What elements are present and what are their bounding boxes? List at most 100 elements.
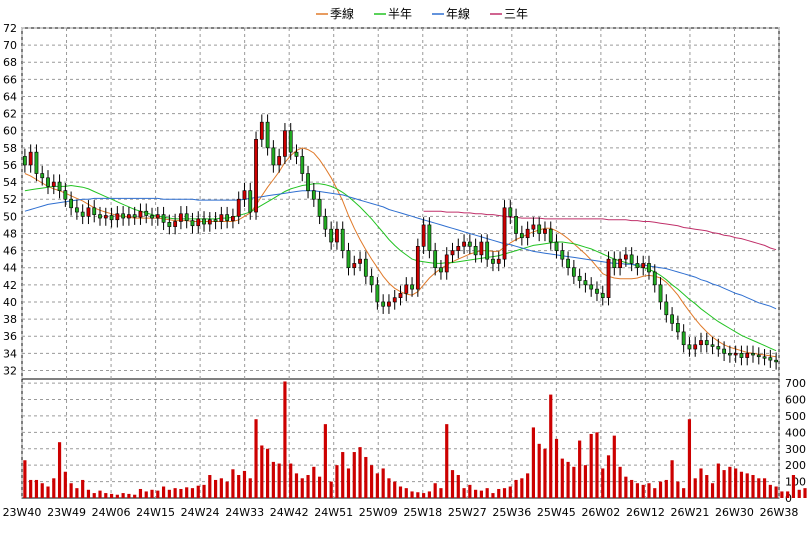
candle-body <box>762 356 767 359</box>
volume-bar <box>693 478 697 498</box>
candle-body <box>415 246 420 290</box>
candle-body <box>265 121 270 149</box>
candle-body <box>196 218 201 227</box>
volume-bar <box>29 479 33 498</box>
candle-body <box>86 207 91 217</box>
volume-bar <box>768 484 772 498</box>
volume-bar <box>514 479 518 498</box>
time-tick-label: 24W33 <box>225 506 264 519</box>
volume-bar <box>404 488 408 498</box>
volume-bar <box>462 488 466 498</box>
volume-bar <box>670 460 674 498</box>
candle-body <box>727 353 732 356</box>
volume-bar <box>566 461 570 498</box>
candle-body <box>629 254 634 264</box>
volume-bar <box>381 468 385 498</box>
candle-body <box>288 130 293 153</box>
volume-bar <box>57 442 62 498</box>
volume-bar <box>266 448 270 498</box>
price-tick-label: 34 <box>3 347 17 360</box>
candle-body <box>335 228 339 243</box>
price-tick-label: 38 <box>3 313 17 326</box>
volume-bar <box>375 473 379 498</box>
volume-bar <box>508 486 512 498</box>
candle-body <box>132 214 137 218</box>
candle-body <box>190 220 195 227</box>
volume-bar <box>450 470 455 498</box>
volume-bar <box>318 476 322 498</box>
candle-body <box>583 280 588 286</box>
price-tick-label: 40 <box>3 296 17 309</box>
candle-body <box>548 228 553 243</box>
volume-bar <box>271 461 275 498</box>
candle-body <box>381 301 386 307</box>
candle-body <box>525 228 530 239</box>
candle-body <box>491 258 495 264</box>
volume-bar <box>213 479 218 498</box>
volume-bar <box>520 478 524 498</box>
volume-bar <box>780 491 784 498</box>
volume-bar <box>624 476 628 498</box>
candle-body <box>184 213 189 221</box>
candle-body <box>236 198 241 217</box>
volume-bar <box>791 475 796 498</box>
volume-bar <box>104 493 108 498</box>
volume-bar <box>161 486 166 498</box>
legend-label: 半年 <box>388 7 412 21</box>
volume-bar <box>710 483 715 498</box>
candle-body <box>710 344 715 347</box>
volume-bar <box>502 488 507 498</box>
volume-bar <box>277 463 281 498</box>
volume-bar <box>468 484 472 498</box>
volume-bar <box>687 419 692 498</box>
volume-bar <box>167 489 171 498</box>
candle-body <box>392 297 397 303</box>
volume-axis-labels: 1002003004005006007000 <box>785 377 806 505</box>
candle-body <box>115 213 120 221</box>
candle-body <box>23 156 27 166</box>
candle-body <box>693 344 698 350</box>
candle-body <box>213 219 218 222</box>
price-tick-label: 50 <box>3 210 17 223</box>
candle-body <box>363 258 368 277</box>
time-tick-label: 24W42 <box>270 506 309 519</box>
candle-body <box>127 214 131 219</box>
candle-body <box>63 190 68 200</box>
volume-bar <box>497 488 501 498</box>
volume-tick-label: 700 <box>785 377 806 390</box>
volume-bar <box>676 481 680 498</box>
candle-body <box>352 263 357 269</box>
candle-body <box>421 224 426 247</box>
x-axis-labels: 23W40 23W49 24W06 24W15 24W24 24W33 24W42 24W51… <box>3 506 799 519</box>
candle-body <box>283 130 287 157</box>
volume-bar <box>69 483 73 498</box>
time-tick-label: 25W45 <box>537 506 576 519</box>
price-axis-labels: 32 34 36 38 40 42 44 46 48 50 52 54 56 58 60 62 64 66 68 70… <box>3 22 17 377</box>
volume-bar <box>370 465 374 498</box>
volume-bar <box>612 435 616 498</box>
volume-bar <box>705 475 709 498</box>
volume-bar <box>664 479 668 498</box>
price-tick-label: 44 <box>3 262 17 275</box>
volume-bar <box>398 486 403 498</box>
candle-body <box>207 219 212 225</box>
price-tick-label: 32 <box>3 364 17 377</box>
volume-bar <box>630 479 634 498</box>
volume-bar <box>653 488 657 498</box>
candle-body <box>254 138 258 213</box>
volume-bar <box>81 479 85 498</box>
candle-body <box>98 214 102 219</box>
candle-body <box>496 258 501 264</box>
volume-bar <box>208 475 212 498</box>
volume-bar <box>260 445 264 498</box>
candle-body <box>231 216 235 221</box>
candle-body <box>28 151 33 166</box>
candle-body <box>358 258 362 264</box>
candle-body <box>242 190 247 200</box>
volume-bar <box>474 489 478 498</box>
candle-body <box>439 267 443 273</box>
candle-body <box>473 246 478 256</box>
candle-body <box>225 214 230 221</box>
time-tick-label: 24W06 <box>92 506 131 519</box>
candle-body <box>722 348 726 354</box>
